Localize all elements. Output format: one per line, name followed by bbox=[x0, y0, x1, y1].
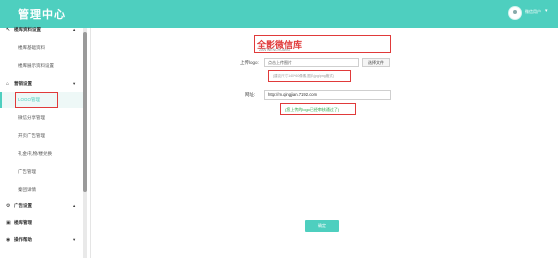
logo-file-input[interactable]: 点击上传图片 bbox=[264, 58, 359, 67]
sidebar-item-label: 礼金/礼物/楼兑换 bbox=[18, 151, 52, 156]
chevron-down-icon[interactable]: ▾ bbox=[545, 8, 548, 14]
grid-icon: ▣ bbox=[6, 220, 11, 226]
sidebar-item-ads[interactable]: 广告管理 bbox=[0, 166, 84, 178]
url-label: 网址: bbox=[245, 92, 256, 97]
sidebar-item-label: 广告设置 bbox=[14, 203, 32, 208]
sidebar-item-label: 微信分享管理 bbox=[18, 115, 45, 120]
sidebar-scrollbar-thumb[interactable] bbox=[83, 32, 87, 192]
confirm-button[interactable]: 确定 bbox=[305, 220, 339, 232]
settings-icon: ⚙ bbox=[6, 203, 11, 209]
chevron-up-icon: ▴ bbox=[73, 27, 76, 32]
sidebar-item-building-display[interactable]: 楼库展示资料设置 bbox=[0, 60, 84, 72]
approval-status-text: (您上传的logo已经审核通过了) bbox=[285, 107, 340, 112]
sidebar-logo-highlight-box bbox=[15, 92, 58, 108]
url-field[interactable]: http://m.qingjian.7192.com bbox=[264, 90, 391, 100]
sidebar-item-label: 营销设置 bbox=[14, 81, 32, 86]
app-title: 管理中心 bbox=[18, 9, 66, 21]
sidebar-group-help[interactable]: ◉ 操作帮助 ▾ bbox=[0, 234, 84, 246]
sidebar-item-group-details[interactable]: 秦团详情 bbox=[0, 184, 84, 196]
sidebar-item-label: 楼库展示资料设置 bbox=[18, 63, 54, 68]
help-icon: ◉ bbox=[6, 237, 11, 243]
wrench-icon: ↖ bbox=[6, 27, 11, 33]
sidebar-item-gifts[interactable]: 礼金/礼物/楼兑换 bbox=[0, 148, 84, 160]
user-avatar[interactable] bbox=[508, 6, 522, 20]
chevron-up-icon: ▴ bbox=[73, 203, 76, 208]
home-icon: ⌂ bbox=[6, 81, 10, 87]
sidebar-item-label: 秦团详情 bbox=[18, 187, 36, 192]
sidebar-item-wechat-share[interactable]: 微信分享管理 bbox=[0, 112, 84, 124]
sidebar-item-label: 楼库基础资料 bbox=[18, 45, 45, 50]
user-name[interactable]: 微信用户 bbox=[525, 9, 541, 15]
sidebar-item-label: 广告管理 bbox=[18, 169, 36, 174]
sidebar-group-building-management[interactable]: ▣ 楼库管理 bbox=[0, 217, 84, 229]
sidebar-item-label: 楼库管理 bbox=[14, 220, 32, 225]
upload-hint: (建议尺寸140*60像素,图片jpg/png格式) bbox=[273, 74, 334, 78]
chevron-down-icon: ▾ bbox=[73, 81, 76, 86]
sidebar-item-label: 开页广告管理 bbox=[18, 133, 45, 138]
upload-logo-label: 上传logo: bbox=[240, 60, 259, 65]
sidebar-group-ad-settings[interactable]: ⚙ 广告设置 ▴ bbox=[0, 200, 84, 212]
content-divider bbox=[90, 28, 91, 258]
page-subtitle: ZAN WENCHUANG bbox=[259, 48, 291, 52]
chevron-down-icon: ▾ bbox=[73, 237, 76, 242]
sidebar-item-label: 操作帮助 bbox=[14, 237, 32, 242]
sidebar-item-label: 楼库资料设置 bbox=[14, 27, 41, 32]
sidebar-item-splash-ads[interactable]: 开页广告管理 bbox=[0, 130, 84, 142]
sidebar-item-building-basic[interactable]: 楼库基础资料 bbox=[0, 42, 84, 54]
sidebar-group-building-settings[interactable]: ↖ 楼库资料设置 ▴ bbox=[0, 24, 84, 36]
choose-file-button[interactable]: 选择文件 bbox=[362, 58, 390, 67]
sidebar-group-marketing[interactable]: ⌂ 营销设置 ▾ bbox=[0, 78, 84, 90]
